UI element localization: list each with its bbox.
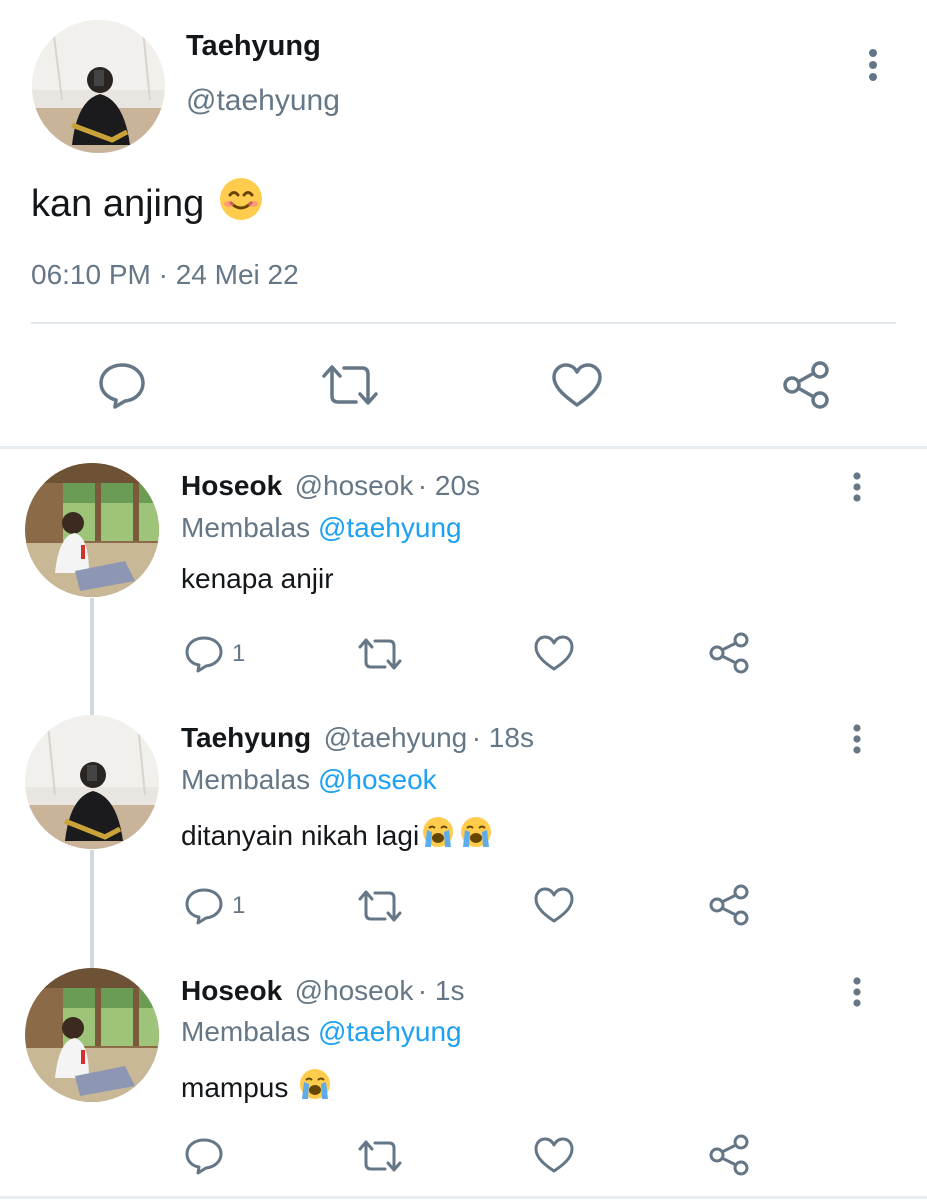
thread-line (90, 850, 94, 968)
reply-author-name[interactable]: Hoseok (181, 975, 282, 1006)
replying-to: Membalas @taehyung (181, 512, 462, 544)
smiling-face-emoji (218, 176, 264, 232)
reply-header: Taehyung @taehyung · 18s (181, 722, 534, 754)
reply-author-handle[interactable]: @taehyung (324, 722, 468, 753)
reply-author-handle[interactable]: @hoseok (295, 975, 414, 1006)
tweet-timestamp: 06:10 PM · 24 Mei 22 (31, 259, 299, 290)
more-options-icon[interactable] (850, 976, 864, 1008)
reply-avatar[interactable] (25, 463, 159, 597)
more-options-icon[interactable] (850, 471, 864, 503)
like-icon[interactable] (533, 886, 575, 924)
more-options-icon[interactable] (865, 48, 881, 82)
author-handle[interactable]: @taehyung (186, 84, 340, 118)
share-icon[interactable] (708, 632, 750, 674)
reply-count: 1 (232, 640, 246, 667)
reply-author-name[interactable]: Taehyung (181, 722, 311, 753)
crying-face-emoji (421, 815, 455, 856)
like-icon[interactable] (533, 1136, 575, 1174)
reply-text: kenapa anjir (181, 563, 334, 594)
share-icon[interactable] (708, 884, 750, 926)
reply-avatar[interactable] (25, 715, 159, 849)
reply-text-row: kenapa anjir (181, 563, 334, 595)
replying-to-label: Membalas (181, 1016, 311, 1047)
replying-to-label: Membalas (181, 764, 311, 795)
retweet-icon[interactable] (357, 888, 403, 924)
reply-count: 1 (232, 892, 246, 919)
crying-face-emoji (298, 1067, 332, 1108)
reply-icon[interactable] (184, 886, 224, 926)
mention-link[interactable]: @hoseok (318, 764, 437, 795)
crying-face-emoji (459, 815, 493, 856)
reply-time: · 20s (417, 470, 481, 501)
more-options-icon[interactable] (850, 723, 864, 755)
reply-icon[interactable] (184, 634, 224, 674)
reply-text: ditanyain nikah lagi (181, 819, 420, 851)
tweet-text-row: kan anjing (31, 176, 264, 232)
like-icon[interactable] (533, 634, 575, 672)
like-icon[interactable] (551, 362, 603, 408)
reply-author-handle[interactable]: @hoseok (295, 470, 414, 501)
retweet-icon[interactable] (357, 636, 403, 672)
reply-text-row: ditanyain nikah lagi (181, 815, 493, 856)
share-icon[interactable] (708, 1134, 750, 1176)
reply-text-row: mampus (181, 1067, 332, 1108)
reply-author-name[interactable]: Hoseok (181, 470, 282, 501)
reply-header: Hoseok @hoseok · 1s (181, 975, 464, 1007)
tweet-text: kan anjing (31, 182, 205, 225)
replying-to-label: Membalas (181, 512, 311, 543)
share-icon[interactable] (781, 360, 831, 410)
divider (31, 322, 896, 324)
thread-line (90, 598, 94, 716)
section-divider (0, 446, 927, 449)
reply-time: · 18s (471, 722, 534, 753)
mention-link[interactable]: @taehyung (318, 512, 462, 543)
reply-icon[interactable] (97, 360, 147, 410)
reply-text: mampus (181, 1071, 289, 1103)
replying-to: Membalas @taehyung (181, 1016, 462, 1048)
retweet-icon[interactable] (357, 1138, 403, 1174)
replying-to: Membalas @hoseok (181, 764, 437, 796)
reply-header: Hoseok @hoseok · 20s (181, 470, 480, 502)
reply-time: · 1s (417, 975, 465, 1006)
reply-icon[interactable] (184, 1136, 224, 1176)
mention-link[interactable]: @taehyung (318, 1016, 462, 1047)
author-name[interactable]: Taehyung (186, 30, 321, 63)
bottom-divider (0, 1196, 927, 1199)
reply-avatar[interactable] (25, 968, 159, 1102)
main-avatar[interactable] (32, 20, 165, 153)
retweet-icon[interactable] (320, 362, 380, 408)
